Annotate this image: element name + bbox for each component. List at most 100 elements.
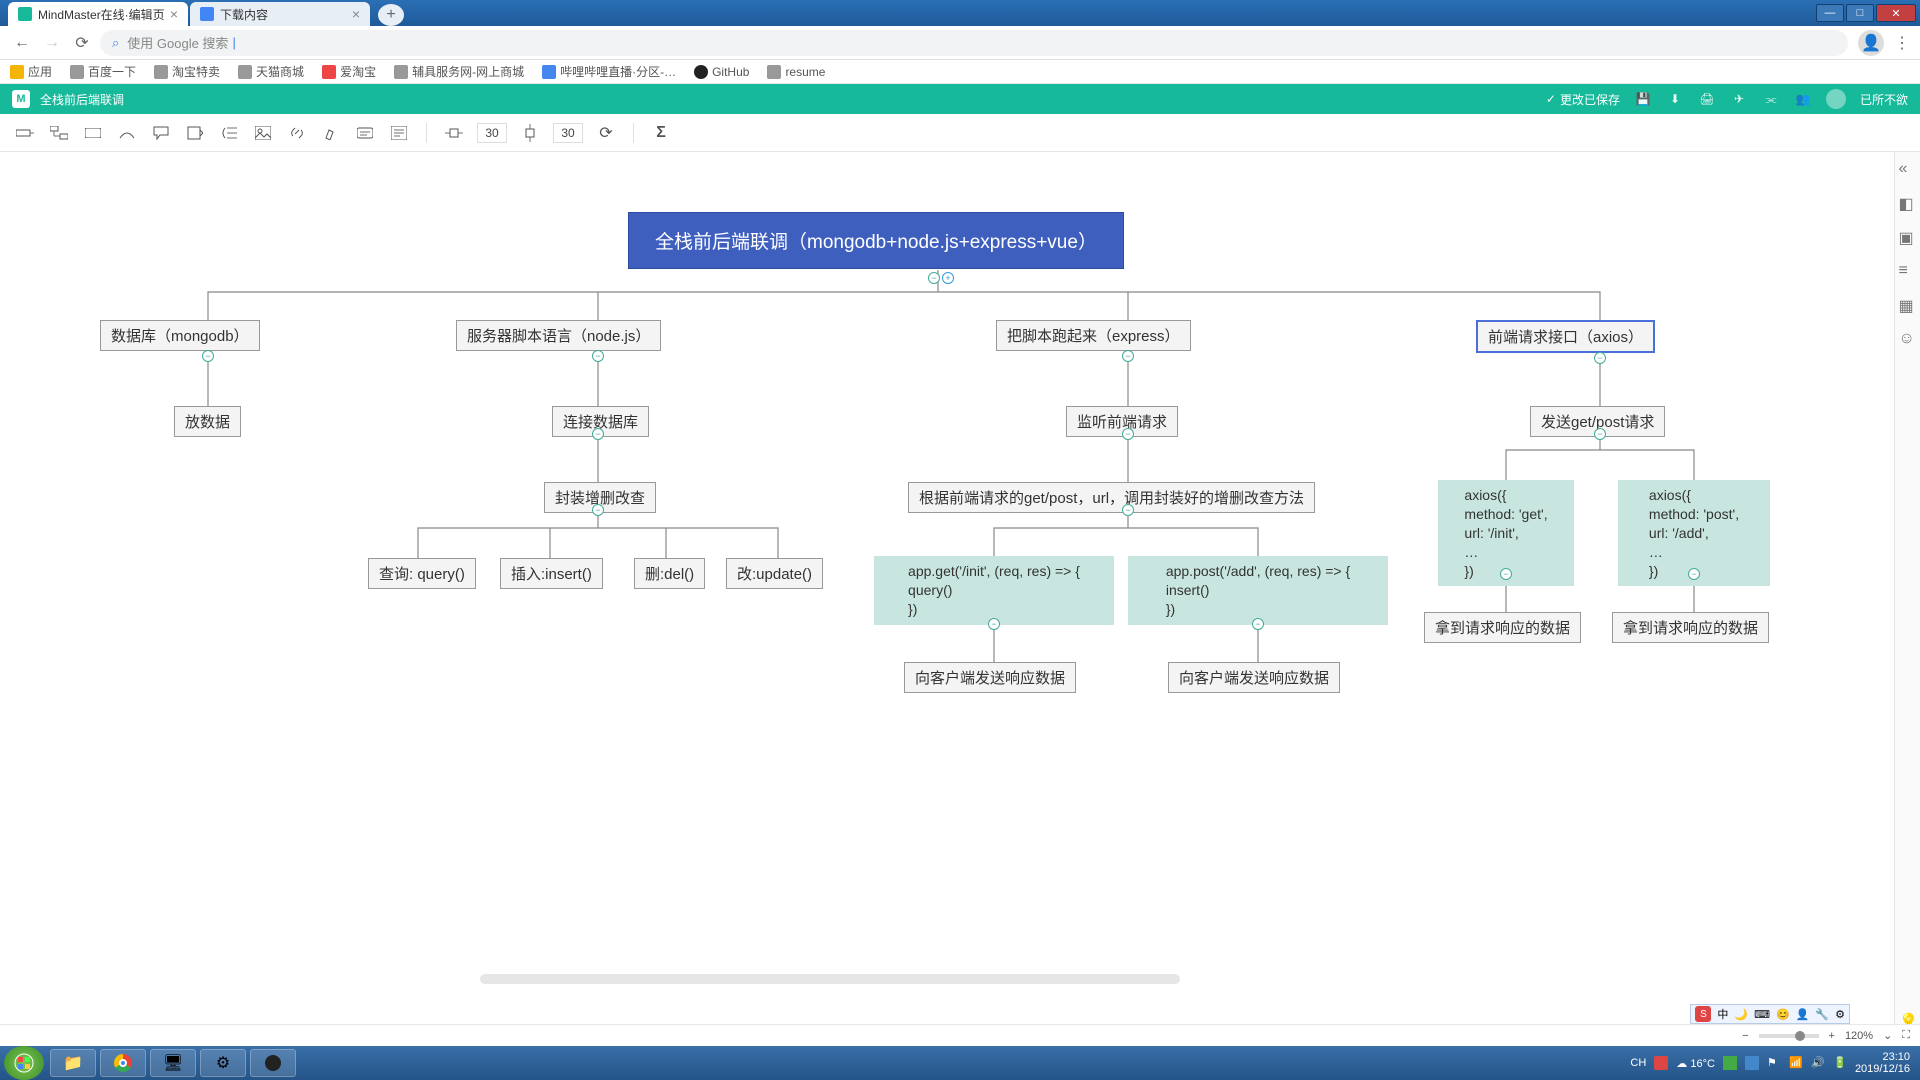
tray-battery-icon[interactable]: 🔋 [1833,1056,1847,1070]
collapse-icon[interactable]: − [988,618,1000,630]
node-ax-r2[interactable]: 拿到请求响应的数据 [1612,612,1769,643]
refresh-icon[interactable]: ⟳ [595,122,617,144]
marker-icon[interactable] [320,122,342,144]
node-ax[interactable]: 前端请求接口（axios） [1476,320,1655,353]
mindmap-canvas[interactable]: 全栈前后端联调（mongodb+node.js+express+vue） − +… [0,152,1894,1040]
summary-icon[interactable] [218,122,240,144]
print-icon[interactable]: 🖨 [1698,90,1716,108]
note-icon[interactable] [354,122,376,144]
collapse-icon[interactable]: − [202,350,214,362]
ime-tools-icon[interactable]: 🔧 [1815,1008,1829,1021]
node-exp-r2[interactable]: 向客户端发送响应数据 [1168,662,1340,693]
hgap-input[interactable]: 30 [477,123,507,143]
fullscreen-icon[interactable]: ⛶ [1902,1029,1910,1042]
ime-keyboard-icon[interactable]: ⌨ [1754,1008,1770,1021]
image-icon[interactable] [252,122,274,144]
h-scrollbar[interactable] [480,974,1180,984]
taskbar-app[interactable]: 🖥 [150,1049,196,1077]
formula-icon[interactable]: Σ [650,122,672,144]
save-icon[interactable]: 💾 [1634,90,1652,108]
topic-icon[interactable] [14,122,36,144]
node-exp-c2[interactable]: 根据前端请求的get/post，url，调用封装好的增删改查方法 [908,482,1315,513]
bookmark-item[interactable]: resume [767,65,825,79]
taskbar-app[interactable]: ⚙ [200,1049,246,1077]
close-tab-icon[interactable]: × [352,6,360,22]
window-maximize[interactable]: □ [1846,4,1874,22]
collapse-panel-icon[interactable]: « [1899,160,1917,178]
collapse-icon[interactable]: − [928,272,940,284]
share-icon[interactable]: ⫘ [1762,90,1780,108]
collapse-icon[interactable]: − [592,350,604,362]
icons-icon[interactable]: ☺ [1899,330,1917,348]
outline-icon[interactable]: ≡ [1899,262,1917,280]
node-ax-r1[interactable]: 拿到请求响应的数据 [1424,612,1581,643]
add-icon[interactable]: + [942,272,954,284]
node-srv-l4[interactable]: 改:update() [726,558,823,589]
tray-shield-icon[interactable] [1654,1056,1668,1070]
search-input[interactable]: ⌕ 使用 Google 搜索 | [100,30,1848,56]
floating-topic-icon[interactable] [82,122,104,144]
collapse-icon[interactable]: − [1122,504,1134,516]
subtopic-icon[interactable] [48,122,70,144]
close-tab-icon[interactable]: × [170,6,178,22]
zoom-in-icon[interactable]: + [1829,1030,1835,1042]
start-button[interactable] [4,1046,44,1080]
collapse-icon[interactable]: − [592,504,604,516]
collapse-icon[interactable]: − [1688,568,1700,580]
bookmark-item[interactable]: 百度一下 [70,63,136,80]
zoom-slider[interactable] [1759,1034,1819,1038]
node-srv-l2[interactable]: 插入:insert() [500,558,603,589]
ime-moon-icon[interactable]: 🌙 [1734,1008,1748,1021]
bookmark-item[interactable]: GitHub [694,65,749,79]
profile-icon[interactable]: 👤 [1858,30,1884,56]
menu-icon[interactable]: ⋮ [1894,33,1910,53]
relationship-icon[interactable] [116,122,138,144]
bookmark-item[interactable]: 辅具服务网-网上商城 [394,63,524,80]
bookmark-item[interactable]: 淘宝特卖 [154,63,220,80]
taskbar-obs[interactable] [250,1049,296,1077]
ime-emoji-icon[interactable]: 😊 [1776,1008,1790,1021]
apps-button[interactable]: 应用 [10,63,52,80]
taskbar-chrome[interactable] [100,1049,146,1077]
bookmark-item[interactable]: 天猫商城 [238,63,304,80]
bookmark-item[interactable]: 爱淘宝 [322,63,376,80]
export-icon[interactable]: ⬇ [1666,90,1684,108]
new-tab-button[interactable]: + [378,4,404,26]
taskbar-explorer[interactable]: 📁 [50,1049,96,1077]
reload-icon[interactable]: ⟳ [70,31,94,55]
style-icon[interactable]: ▣ [1899,228,1917,246]
node-srv-l3[interactable]: 删:del() [634,558,705,589]
node-srv[interactable]: 服务器脚本语言（node.js） [456,320,661,351]
ime-person-icon[interactable]: 👤 [1796,1008,1810,1021]
tray-icon[interactable] [1745,1056,1759,1070]
link-icon[interactable] [286,122,308,144]
back-icon[interactable]: ← [10,31,34,55]
tab-mindmaster[interactable]: MindMaster在线·编辑页 × [8,2,188,26]
node-exp[interactable]: 把脚本跑起来（express） [996,320,1191,351]
ime-lang[interactable]: 中 [1717,1006,1728,1022]
comment-icon[interactable] [388,122,410,144]
send-icon[interactable]: ✈ [1730,90,1748,108]
node-root[interactable]: 全栈前后端联调（mongodb+node.js+express+vue） [628,212,1124,269]
tray-network-icon[interactable]: 📶 [1789,1056,1803,1070]
collapse-icon[interactable]: − [1122,428,1134,440]
vgap-input[interactable]: 30 [553,123,583,143]
app-logo-icon[interactable]: M [12,90,30,108]
tray-flag-icon[interactable]: ⚑ [1767,1056,1781,1070]
collapse-icon[interactable]: − [1122,350,1134,362]
collapse-icon[interactable]: − [1594,352,1606,364]
collapse-icon[interactable]: − [1594,428,1606,440]
layout-icon[interactable]: ▦ [1899,296,1917,314]
tray-volume-icon[interactable]: 🔊 [1811,1056,1825,1070]
zoom-out-icon[interactable]: − [1742,1030,1748,1042]
theme-icon[interactable]: ◧ [1899,194,1917,212]
tray-kb[interactable]: CH [1630,1057,1646,1069]
callout-icon[interactable] [150,122,172,144]
avatar[interactable] [1826,89,1846,109]
collapse-icon[interactable]: − [1500,568,1512,580]
tray-weather[interactable]: ☁ 16°C [1676,1057,1715,1070]
chevron-down-icon[interactable]: ⌄ [1883,1029,1892,1042]
collab-icon[interactable]: 👥 [1794,90,1812,108]
node-exp-l2[interactable]: app.post('/add', (req, res) => { insert(… [1128,556,1388,625]
boundary-icon[interactable] [184,122,206,144]
